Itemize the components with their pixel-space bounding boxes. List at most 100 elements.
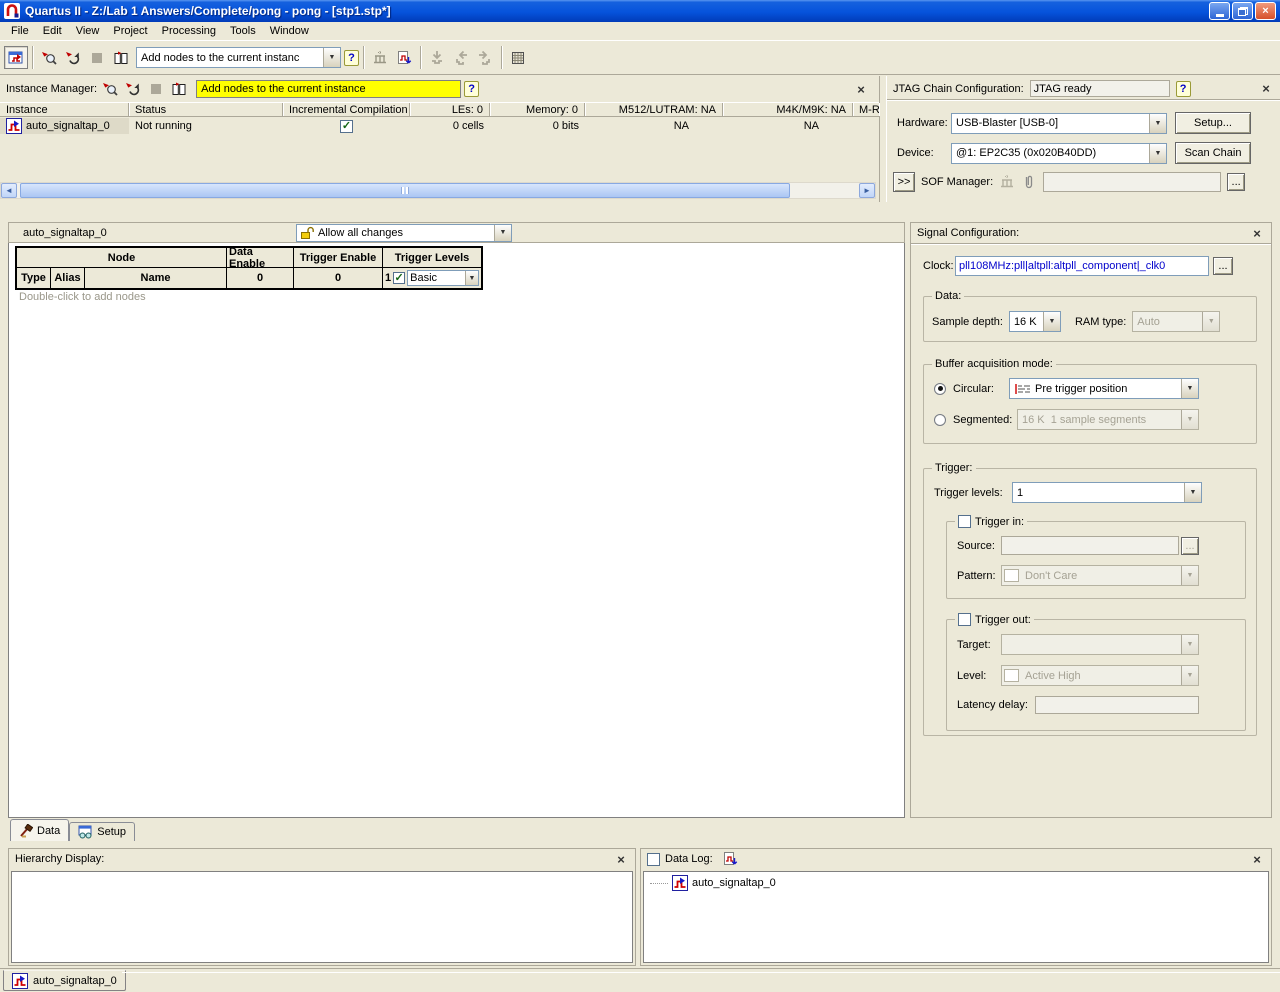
menu-view[interactable]: View: [69, 23, 107, 39]
tab-auto-signaltap-0[interactable]: auto_signaltap_0: [3, 970, 126, 991]
chevron-down-icon[interactable]: ▼: [465, 271, 478, 285]
mnemonic-table-button[interactable]: [506, 46, 530, 69]
chevron-down-icon[interactable]: ▼: [1184, 483, 1201, 502]
trigger-levels-value: 1: [1013, 487, 1184, 499]
menu-processing[interactable]: Processing: [155, 23, 223, 39]
menu-window[interactable]: Window: [263, 23, 316, 39]
insert-node-right-icon: [473, 46, 497, 69]
incremental-compilation-checkbox[interactable]: [340, 120, 353, 133]
scroll-right-icon[interactable]: ►: [859, 183, 875, 198]
trigger-enable-count: 0: [294, 268, 383, 288]
menu-tools[interactable]: Tools: [223, 23, 263, 39]
col-mram[interactable]: M-RA: [853, 103, 879, 116]
device-combo[interactable]: @1: EP2C35 (0x020B40DD) ▼: [951, 143, 1167, 164]
clock-browse-button[interactable]: ...: [1213, 257, 1233, 275]
im-close-icon[interactable]: ×: [853, 81, 869, 97]
data-log-item[interactable]: auto_signaltap_0: [644, 872, 1268, 891]
menu-project[interactable]: Project: [106, 23, 154, 39]
scrollbar-thumb[interactable]: [20, 183, 790, 198]
menu-edit[interactable]: Edit: [36, 23, 69, 39]
instance-manager-label: Instance Manager:: [6, 83, 97, 95]
hardware-label: Hardware:: [897, 117, 951, 129]
sof-file-field[interactable]: [1043, 172, 1221, 192]
jtag-help-icon[interactable]: ?: [1176, 81, 1191, 97]
signaltap-window-button[interactable]: [4, 46, 28, 69]
titlebar[interactable]: Quartus II - Z:/Lab 1 Answers/Complete/p…: [0, 0, 1280, 22]
data-log-icon: [722, 851, 738, 867]
restore-button[interactable]: [1232, 2, 1253, 20]
clock-field[interactable]: pll108MHz:pll|altpll:altpll_component|_c…: [955, 256, 1209, 276]
scroll-left-icon[interactable]: ◄: [1, 183, 17, 198]
chevron-down-icon[interactable]: ▼: [1043, 312, 1060, 331]
trigger-in-checkbox[interactable]: [958, 515, 971, 528]
compile-button[interactable]: [368, 46, 392, 69]
view-tabs: Data Setup: [8, 818, 905, 841]
col-m4k[interactable]: M4K/M9K: NA: [723, 103, 853, 116]
im-run-analysis-button[interactable]: [100, 78, 120, 101]
stop-analysis-button[interactable]: [85, 46, 109, 69]
segmented-label: Segmented:: [953, 414, 1017, 426]
trigger-level-mode-combo[interactable]: Basic ▼: [407, 270, 479, 286]
signal-config-close-icon[interactable]: ×: [1249, 225, 1265, 241]
hierarchy-tree[interactable]: [11, 871, 633, 963]
trigger-out-checkbox[interactable]: [958, 613, 971, 626]
chevron-down-icon[interactable]: ▼: [494, 225, 511, 241]
add-nodes-hint[interactable]: Double-click to add nodes: [19, 291, 146, 303]
minimize-button[interactable]: [1209, 2, 1230, 20]
signal-configuration-panel: Signal Configuration: × Clock: pll108MHz…: [910, 222, 1272, 818]
col-status[interactable]: Status: [129, 103, 283, 116]
instance-row[interactable]: auto_signaltap_0 Not running 0 cells 0 b…: [0, 117, 879, 135]
chevron-down-icon: ▼: [1181, 666, 1198, 685]
circular-radio[interactable]: [934, 383, 946, 395]
autorun-analysis-button[interactable]: [61, 46, 85, 69]
chevron-down-icon[interactable]: ▼: [1149, 114, 1166, 133]
clock-label: Clock:: [923, 260, 955, 272]
im-stop-button[interactable]: [146, 78, 166, 101]
instance-horizontal-scrollbar[interactable]: ◄ ►: [0, 182, 876, 199]
run-analysis-button[interactable]: [37, 46, 61, 69]
circular-mode-combo[interactable]: Pre trigger position ▼: [1009, 378, 1199, 399]
instance-select-combo[interactable]: Add nodes to the current instanc ▼: [136, 47, 341, 68]
sof-browse-button[interactable]: ...: [1227, 173, 1245, 191]
col-m512[interactable]: M512/LUTRAM: NA: [585, 103, 723, 116]
read-data-button[interactable]: [109, 46, 133, 69]
data-log-checkbox[interactable]: [647, 853, 660, 866]
col-les[interactable]: LEs: 0: [410, 103, 490, 116]
insert-node-down-icon: [425, 46, 449, 69]
setup-node-area[interactable]: Node Data Enable Trigger Enable Trigger …: [8, 243, 905, 818]
data-log-close-icon[interactable]: ×: [1249, 851, 1265, 867]
im-help-icon[interactable]: ?: [464, 81, 479, 97]
scan-chain-button[interactable]: Scan Chain: [1175, 142, 1251, 164]
segmented-value: 16 K 1 sample segments: [1018, 414, 1181, 426]
im-autorun-button[interactable]: [123, 78, 143, 101]
trigger-in-group: Trigger in: Source: ... Pattern: Don't C…: [946, 521, 1246, 599]
signaltap-instance-icon: [12, 973, 28, 989]
trigger-out-title: Trigger out:: [975, 614, 1031, 626]
sample-depth-combo[interactable]: 16 K ▼: [1009, 311, 1061, 332]
hierarchy-close-icon[interactable]: ×: [613, 851, 629, 867]
hardware-combo[interactable]: USB-Blaster [USB-0] ▼: [951, 113, 1167, 134]
program-device-button[interactable]: [392, 46, 416, 69]
chevron-down-icon[interactable]: ▼: [1181, 379, 1198, 398]
jtag-close-icon[interactable]: ×: [1258, 81, 1274, 97]
close-button[interactable]: ×: [1255, 2, 1276, 20]
col-memory[interactable]: Memory: 0: [490, 103, 585, 116]
setup-button[interactable]: Setup...: [1175, 112, 1251, 134]
tab-setup[interactable]: Setup: [69, 822, 135, 841]
col-instance[interactable]: Instance: [0, 103, 129, 116]
segmented-radio[interactable]: [934, 414, 946, 426]
tab-data[interactable]: Data: [10, 819, 69, 841]
chevron-down-icon[interactable]: ▼: [1149, 144, 1166, 163]
lock-mode-combo[interactable]: Allow all changes ▼: [296, 224, 512, 242]
menu-file[interactable]: File: [4, 23, 36, 39]
help-icon[interactable]: ?: [344, 50, 359, 66]
trigger-level-checkbox[interactable]: [393, 272, 405, 284]
im-read-data-button[interactable]: [169, 78, 189, 101]
col-incremental[interactable]: Incremental Compilation: [283, 103, 410, 116]
chevron-down-icon[interactable]: ▼: [323, 48, 340, 67]
signaltap-instance-icon: [6, 118, 22, 134]
target-combo: ▼: [1001, 634, 1199, 655]
alias-header: Alias: [51, 268, 85, 288]
expand-button[interactable]: >>: [893, 172, 915, 192]
trigger-levels-combo[interactable]: 1 ▼: [1012, 482, 1202, 503]
